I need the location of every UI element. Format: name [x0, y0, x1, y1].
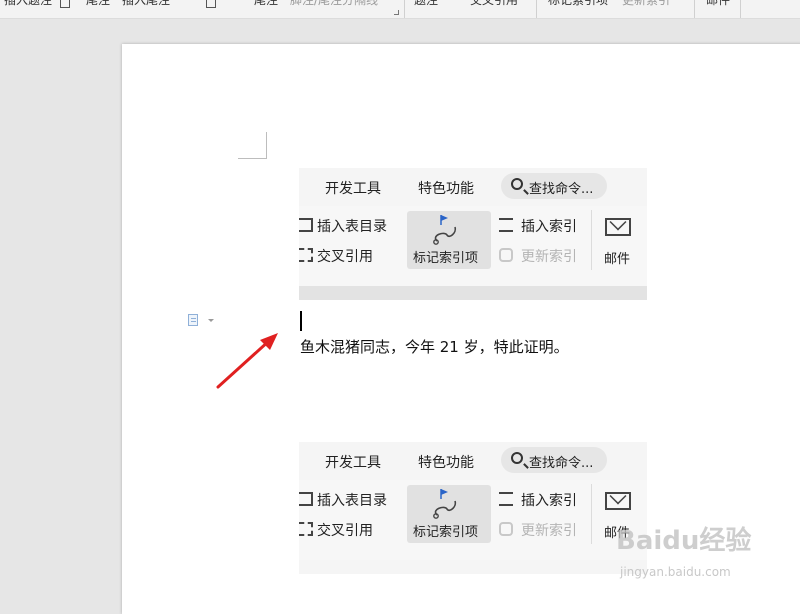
mail-icon [605, 492, 631, 510]
mark-index-entry-button[interactable]: 标记索引项 [548, 0, 608, 8]
update-index-button[interactable]: 更新索引 [521, 520, 577, 540]
baidu-watermark-url: jingyan.baidu.com [620, 565, 731, 579]
update-index-button[interactable]: 更新索引 [622, 0, 670, 8]
endnote-icon [206, 0, 216, 8]
insert-table-of-figures-button[interactable]: 插入表目录 [317, 216, 387, 236]
mark-index-entry-button[interactable]: 标记索引项 [407, 211, 491, 269]
table-of-figures-icon [299, 492, 313, 506]
footnote-icon [60, 0, 70, 8]
top-ribbon-strip: 插入题注 尾注 插入尾注 尾注 脚注/尾注分隔线 题注 交叉引用 标记索引项 更… [0, 0, 800, 19]
insert-index-icon [499, 218, 513, 232]
ribbon-toolbar: 插入表目录 交叉引用 标记索引项 插入索引 更新索引 邮件 [299, 206, 647, 286]
divider [536, 0, 537, 18]
command-search-box[interactable]: 查找命令... [501, 173, 607, 199]
cross-reference-icon [299, 248, 313, 262]
table-of-figures-icon [299, 218, 313, 232]
paragraph-layout-icon[interactable] [188, 314, 198, 326]
search-placeholder: 查找命令... [529, 182, 594, 197]
mark-index-icon [433, 489, 457, 519]
red-arrow-annotation [216, 333, 278, 389]
cross-reference-button[interactable]: 交叉引用 [317, 520, 373, 540]
ribbon-screenshot-1: 开发工具 特色功能 查找命令... 插入表目录 交叉引用 标记索引项 插入索引 … [299, 168, 647, 300]
command-search-box[interactable]: 查找命令... [501, 447, 607, 473]
tab-special-features[interactable]: 特色功能 [418, 178, 474, 198]
insert-table-of-figures-button[interactable]: 插入表目录 [317, 490, 387, 510]
tab-developer-tools[interactable]: 开发工具 [325, 452, 381, 472]
divider [694, 0, 695, 18]
insert-caption-button[interactable]: 插入题注 [4, 0, 52, 8]
insert-index-button[interactable]: 插入索引 [521, 490, 577, 510]
footnote-separator-button[interactable]: 脚注/尾注分隔线 [290, 0, 378, 8]
ribbon-tabs: 开发工具 特色功能 查找命令... [299, 168, 647, 206]
page-margin-marker [238, 132, 267, 159]
divider [591, 484, 592, 544]
ribbon-bottom-band [299, 286, 647, 300]
update-index-button[interactable]: 更新索引 [521, 246, 577, 266]
mail-icon [605, 218, 631, 236]
divider [404, 0, 405, 18]
mail-button[interactable]: 邮件 [706, 0, 730, 8]
mark-index-entry-button[interactable]: 标记索引项 [407, 485, 491, 543]
cross-reference-button[interactable]: 交叉引用 [317, 246, 373, 266]
search-icon [511, 452, 523, 464]
cross-reference-icon [299, 522, 313, 536]
ribbon-toolbar: 插入表目录 交叉引用 标记索引项 插入索引 更新索引 邮件 [299, 480, 647, 560]
insert-endnote-button[interactable]: 插入尾注 [122, 0, 170, 8]
dialog-launcher-icon[interactable] [394, 10, 399, 15]
tab-special-features[interactable]: 特色功能 [418, 452, 474, 472]
ribbon-tabs: 开发工具 特色功能 查找命令... [299, 442, 647, 480]
divider [740, 0, 741, 18]
insert-index-icon [499, 492, 513, 506]
divider [591, 210, 592, 270]
mail-button[interactable]: 邮件 [604, 248, 630, 267]
document-body-text[interactable]: 鱼木混猪同志，今年 21 岁，特此证明。 [300, 336, 569, 357]
cross-reference-button[interactable]: 交叉引用 [470, 0, 518, 8]
baidu-watermark: Baidu经验 [616, 526, 752, 556]
tab-developer-tools[interactable]: 开发工具 [325, 178, 381, 198]
mark-index-icon [433, 215, 457, 245]
update-index-icon [499, 522, 513, 536]
caption-button[interactable]: 题注 [414, 0, 438, 8]
text-cursor [300, 311, 302, 331]
insert-index-button[interactable]: 插入索引 [521, 216, 577, 236]
ribbon-screenshot-2: 开发工具 特色功能 查找命令... 插入表目录 交叉引用 标记索引项 插入索引 … [299, 442, 647, 574]
mark-index-entry-label: 标记索引项 [413, 525, 479, 540]
search-placeholder: 查找命令... [529, 456, 594, 471]
mark-index-entry-label: 标记索引项 [413, 251, 479, 266]
update-index-icon [499, 248, 513, 262]
search-icon [511, 178, 523, 190]
endnote-button[interactable]: 尾注 [86, 0, 110, 8]
endnote-button-2[interactable]: 尾注 [254, 0, 278, 8]
